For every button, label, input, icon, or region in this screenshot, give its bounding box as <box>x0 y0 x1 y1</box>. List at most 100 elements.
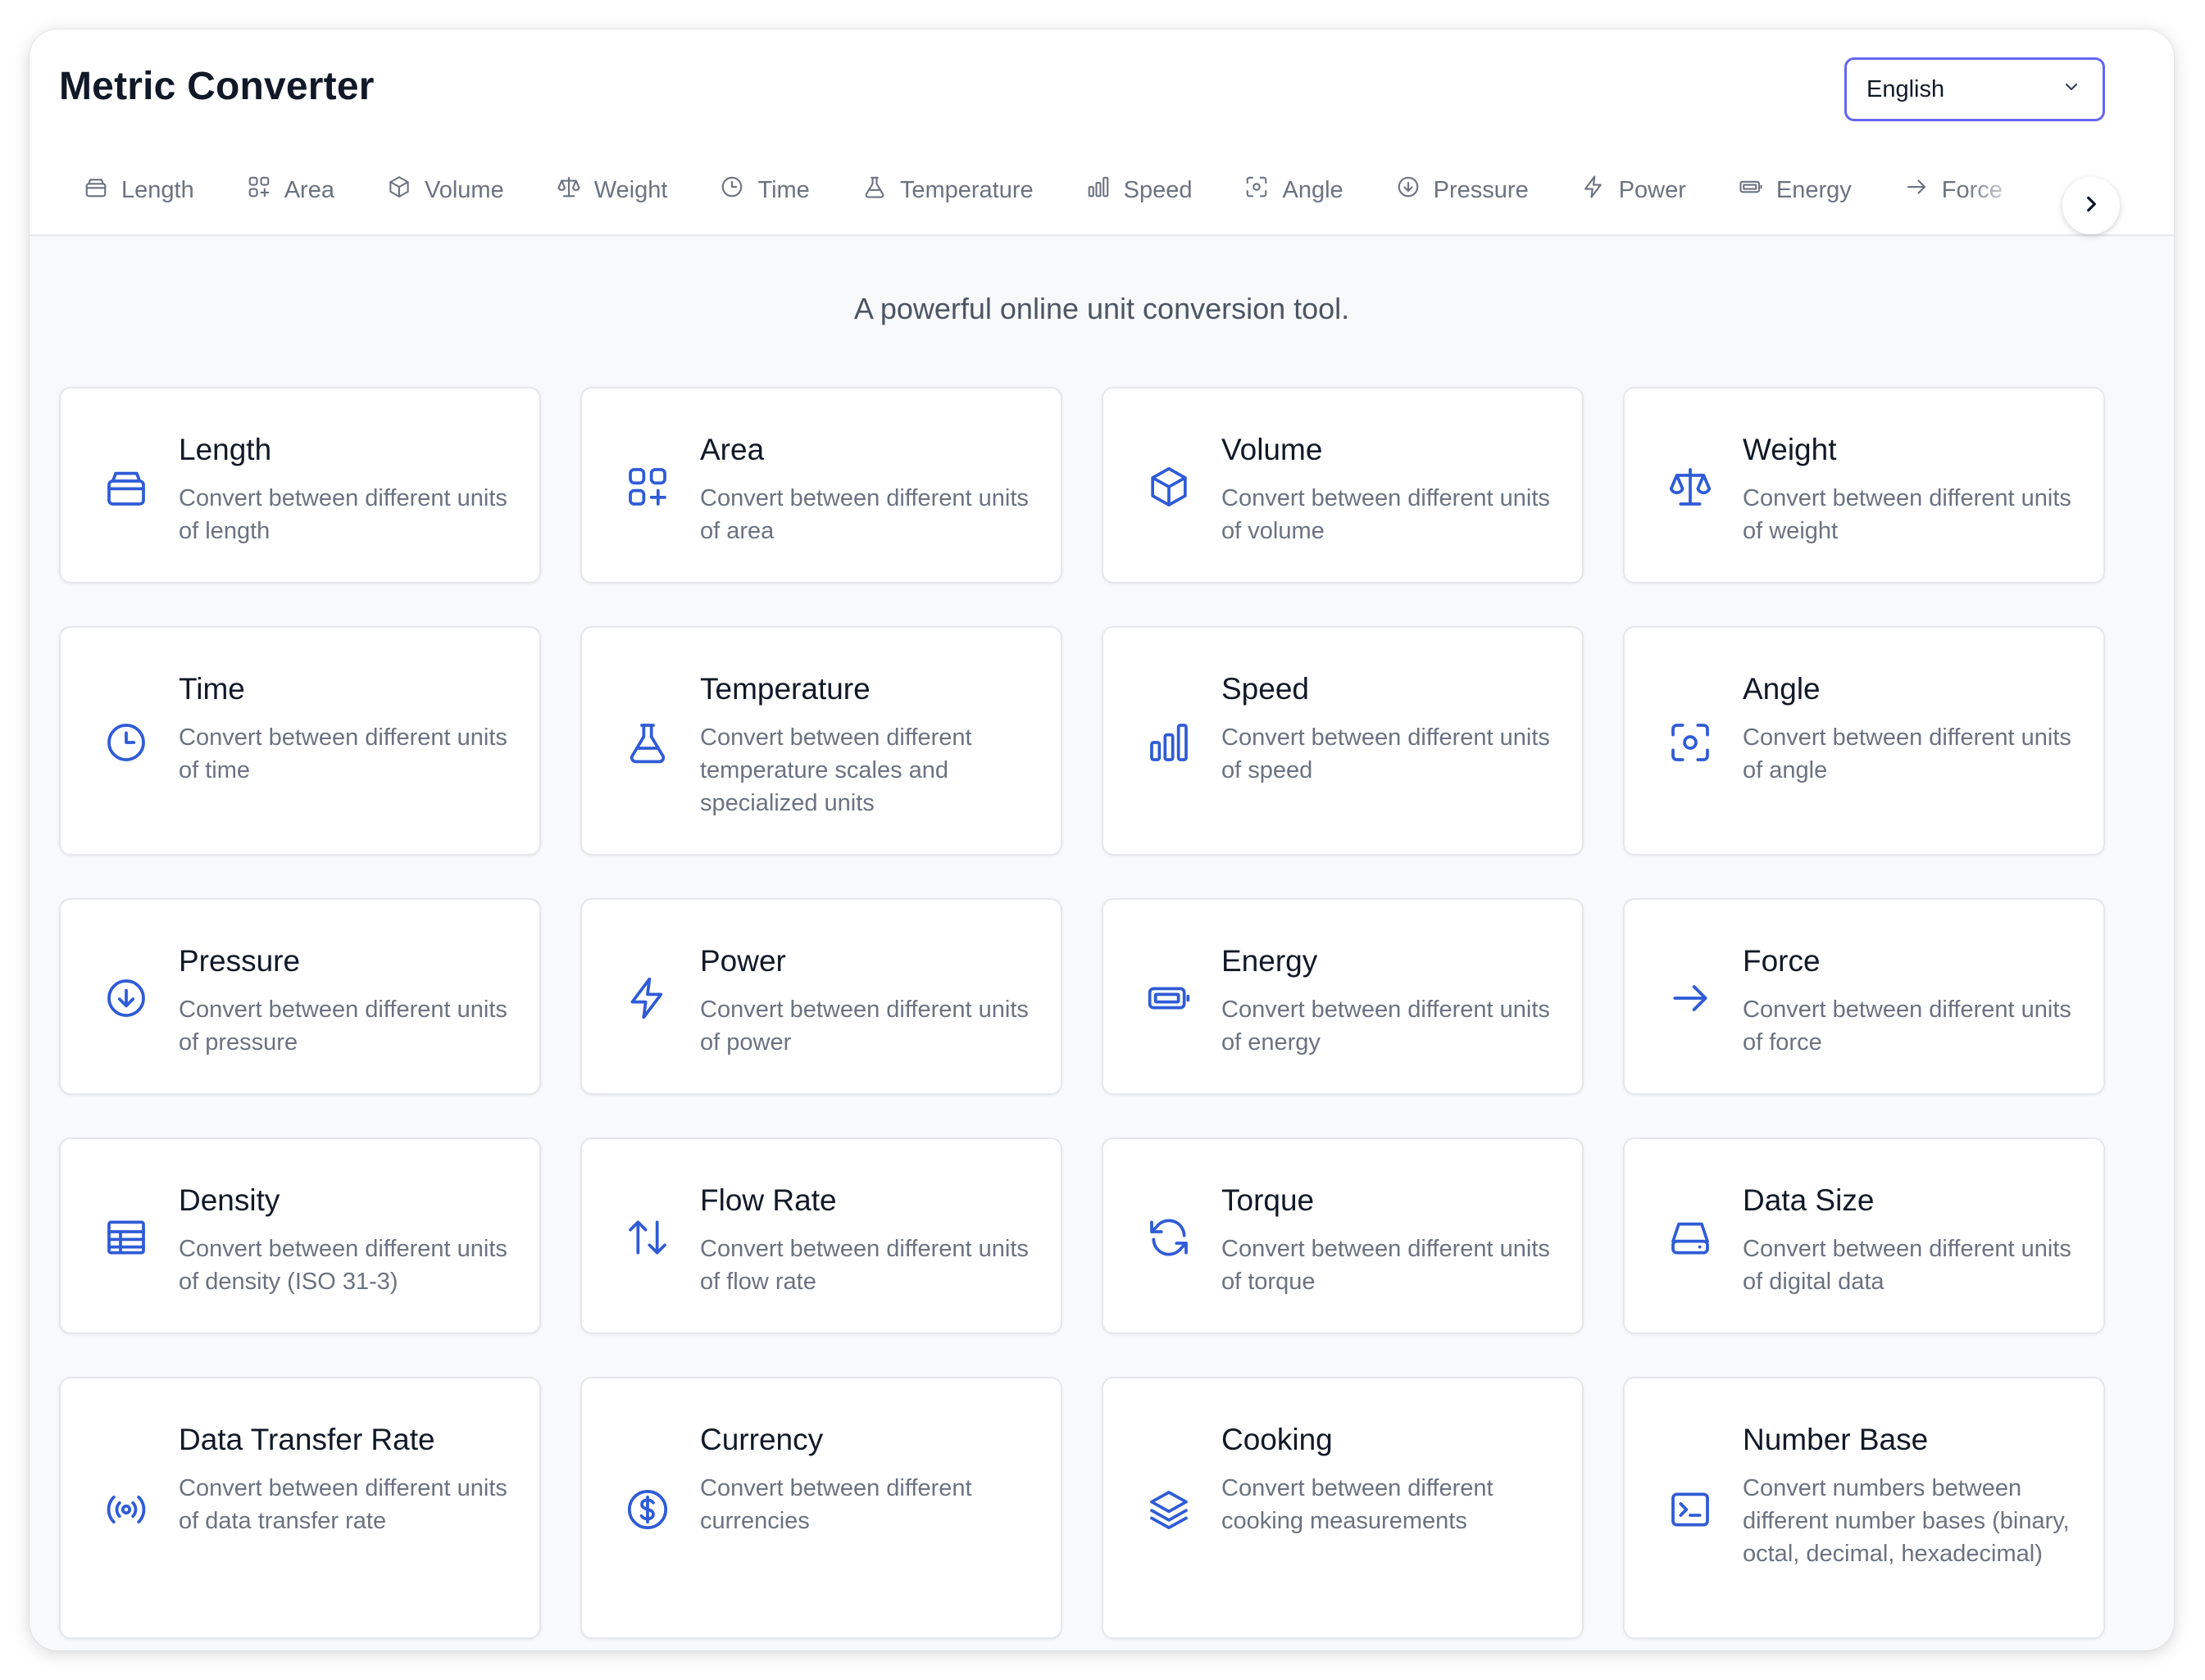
clock-icon <box>720 175 744 206</box>
card-time[interactable]: Time Convert between different units of t… <box>59 626 541 856</box>
tab-label: Energy <box>1775 176 1852 203</box>
tab-label: Temperature <box>899 176 1034 203</box>
tab-volume[interactable]: Volume <box>387 166 504 215</box>
cube-icon <box>1146 464 1192 510</box>
card-currency[interactable]: Currency Convert between different curren… <box>580 1377 1062 1639</box>
tabs-scroll-right-button[interactable] <box>2062 177 2120 234</box>
card-cooking[interactable]: Cooking Convert between different cooking… <box>1102 1377 1584 1639</box>
focus-icon <box>1244 175 1269 206</box>
tab-label: Volume <box>424 176 504 203</box>
card-energy[interactable]: Energy Convert between different units of… <box>1102 898 1584 1095</box>
flask-icon <box>625 720 671 765</box>
card-description: Convert between different units of press… <box>179 997 507 1056</box>
tab-power[interactable]: Power <box>1581 166 1686 215</box>
card-title: Temperature <box>700 672 871 706</box>
tab-label: Power <box>1618 176 1686 203</box>
bolt-icon <box>625 975 671 1021</box>
card-description: Convert between different units of flow … <box>700 1236 1029 1295</box>
layers-icon <box>1146 1487 1192 1532</box>
tab-angle[interactable]: Angle <box>1244 166 1343 215</box>
card-flow-rate[interactable]: Flow Rate Convert between different units… <box>580 1137 1062 1334</box>
tab-label: Pressure <box>1433 176 1529 203</box>
card-title: Data Size <box>1743 1183 1875 1217</box>
grid-plus-icon <box>625 464 671 510</box>
card-length[interactable]: Length Convert between different units of… <box>59 387 541 583</box>
tab-weight[interactable]: Weight <box>557 166 668 215</box>
card-description: Convert between different units of power <box>700 997 1029 1056</box>
grid-plus-icon <box>247 175 271 206</box>
card-temperature[interactable]: Temperature Convert between different tem… <box>580 626 1062 856</box>
tab-length[interactable]: Length <box>84 166 194 215</box>
card-description: Convert between different units of energ… <box>1221 997 1550 1056</box>
card-description: Convert between different temperature sc… <box>700 724 972 816</box>
arrow-down-circle-icon <box>103 975 149 1021</box>
cube-icon <box>387 175 411 206</box>
card-title: Flow Rate <box>700 1183 837 1217</box>
refresh-icon <box>1146 1215 1192 1260</box>
card-description: Convert between different units of densi… <box>179 1236 507 1295</box>
tab-label: Angle <box>1282 176 1343 203</box>
flask-icon <box>862 175 887 206</box>
tab-temperature[interactable]: Temperature <box>862 166 1034 215</box>
card-title: Data Transfer Rate <box>179 1423 435 1456</box>
card-data-size[interactable]: Data Size Convert between different units… <box>1623 1137 2105 1334</box>
card-pressure[interactable]: Pressure Convert between different units … <box>59 898 541 1095</box>
card-description: Convert between different units of area <box>700 485 1029 544</box>
tagline: A powerful online unit conversion tool. <box>853 292 1350 325</box>
tab-area[interactable]: Area <box>247 166 334 215</box>
tabs-fade <box>1964 152 2054 228</box>
card-description: Convert between different units of speed <box>1221 724 1550 783</box>
focus-icon <box>1667 720 1713 765</box>
card-title: Torque <box>1221 1183 1315 1217</box>
tab-label: Weight <box>593 176 668 203</box>
tab-speed[interactable]: Speed <box>1086 166 1193 215</box>
language-select-value: English <box>1866 75 1945 102</box>
card-title: Cooking <box>1221 1423 1333 1456</box>
arrows-up-down-icon <box>625 1215 671 1260</box>
card-description: Convert between different units of volum… <box>1221 485 1550 544</box>
tab-label: Speed <box>1123 176 1193 203</box>
card-power[interactable]: Power Convert between different units of … <box>580 898 1062 1095</box>
hard-drive-icon <box>1667 1215 1713 1260</box>
arrow-down-circle-icon <box>1396 175 1421 206</box>
card-torque[interactable]: Torque Convert between different units of… <box>1102 1137 1584 1334</box>
card-weight[interactable]: Weight Convert between different units of… <box>1623 387 2105 583</box>
tab-label: Time <box>757 176 810 203</box>
bar-chart-icon <box>1086 175 1111 206</box>
tab-time[interactable]: Time <box>720 166 810 215</box>
card-title: Volume <box>1221 433 1323 466</box>
card-title: Power <box>700 944 786 978</box>
card-title: Pressure <box>179 944 301 978</box>
chevron-down-icon <box>2062 76 2081 103</box>
card-description: Convert numbers between different number… <box>1743 1475 2070 1567</box>
arrow-right-icon <box>1904 175 1929 206</box>
card-description: Convert between different units of angle <box>1743 724 2071 783</box>
ruler-icon <box>103 464 149 510</box>
card-description: Convert between different units of force <box>1743 997 2071 1056</box>
card-description: Convert between different units of time <box>179 724 507 783</box>
card-description: Convert between different units of lengt… <box>179 485 507 544</box>
card-number-base[interactable]: Number Base Convert numbers between diffe… <box>1623 1377 2105 1639</box>
table-icon <box>103 1215 149 1260</box>
card-angle[interactable]: Angle Convert between different units of … <box>1623 626 2105 856</box>
header: Metric Converter English Length Area Volum… <box>30 30 2174 236</box>
app-window: Metric Converter English Length Area Volum… <box>30 30 2174 1650</box>
tab-label: Length <box>121 176 194 203</box>
signal-icon <box>103 1487 149 1532</box>
app-title: Metric Converter <box>59 65 375 108</box>
card-title: Currency <box>700 1423 824 1456</box>
tab-label: Area <box>284 176 334 203</box>
card-description: Convert between different currencies <box>700 1475 972 1534</box>
tab-energy[interactable]: Energy <box>1739 166 1852 215</box>
card-force[interactable]: Force Convert between different units of … <box>1623 898 2105 1095</box>
card-density[interactable]: Density Convert between different units o… <box>59 1137 541 1334</box>
card-volume[interactable]: Volume Convert between different units of… <box>1102 387 1584 583</box>
card-title: Weight <box>1743 433 1837 466</box>
dollar-icon <box>625 1487 671 1532</box>
tab-pressure[interactable]: Pressure <box>1396 166 1529 215</box>
card-speed[interactable]: Speed Convert between different units of … <box>1102 626 1584 856</box>
card-data-transfer-rate[interactable]: Data Transfer Rate Convert between differ… <box>59 1377 541 1639</box>
language-select[interactable]: English <box>1844 57 2105 121</box>
card-area[interactable]: Area Convert between different units of a… <box>580 387 1062 583</box>
card-description: Convert between different units of data … <box>179 1475 507 1534</box>
